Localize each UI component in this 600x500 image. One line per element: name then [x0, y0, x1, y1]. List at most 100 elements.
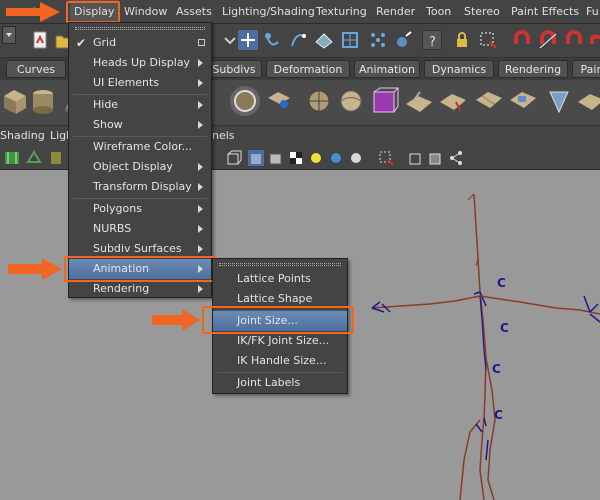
lattice-cube-icon[interactable] — [370, 86, 400, 116]
wire-deformer-icon[interactable] — [544, 86, 574, 116]
panel-menu-panels[interactable]: nels — [212, 126, 235, 146]
menu-item-ui-elements[interactable]: UI Elements — [69, 73, 211, 93]
sculpt-plane-icon[interactable] — [404, 86, 434, 116]
checker-icon[interactable] — [288, 150, 304, 166]
submenu-arrow-icon — [198, 245, 203, 253]
magnet-grid-icon[interactable] — [538, 30, 558, 50]
menu-item-lattice-points[interactable]: Lattice Points — [213, 269, 347, 289]
snap-view-plane-icon[interactable] — [314, 30, 334, 50]
menu-fluid[interactable]: Fu — [586, 0, 599, 24]
submenu-arrow-icon — [198, 79, 203, 87]
film-icon[interactable] — [4, 150, 20, 166]
poly-cube-icon[interactable] — [0, 86, 30, 116]
submenu-arrow-icon — [198, 205, 203, 213]
magnet-icon[interactable] — [394, 30, 414, 50]
menu-item-grid[interactable]: ✔ Grid — [69, 33, 211, 53]
menu-item-heads-up-display[interactable]: Heads Up Display — [69, 53, 211, 73]
menu-item-polygons[interactable]: Polygons — [69, 199, 211, 219]
tab-dynamics[interactable]: Dynamics — [424, 60, 494, 78]
menu-texturing[interactable]: Texturing — [316, 0, 367, 24]
joint-label-chest: C — [497, 276, 506, 290]
submenu-arrow-icon — [198, 285, 203, 293]
joint-xray-icon[interactable] — [428, 150, 444, 166]
magnet-point-icon[interactable] — [588, 30, 600, 50]
snap-grid-icon[interactable] — [368, 30, 388, 50]
submenu-arrow-icon — [198, 121, 203, 129]
xray-icon[interactable] — [348, 150, 364, 166]
menu-item-object-display[interactable]: Object Display — [69, 157, 211, 177]
menu-paint-effects[interactable]: Paint Effects — [511, 0, 579, 24]
menu-item-wireframe-color[interactable]: Wireframe Color... — [69, 137, 211, 157]
magnet-red-icon[interactable] — [512, 30, 532, 50]
tab-deformation[interactable]: Deformation — [266, 60, 350, 78]
magnet-curve-icon[interactable] — [564, 30, 584, 50]
panel-menu-shading[interactable]: Shading — [0, 126, 45, 146]
menu-assets[interactable]: Assets — [176, 0, 212, 24]
menu-render[interactable]: Render — [376, 0, 415, 24]
snap-point-icon[interactable] — [288, 30, 308, 50]
menu-item-show[interactable]: Show — [69, 115, 211, 135]
poly-cylinder-icon[interactable] — [28, 86, 58, 116]
mode-dropdown[interactable] — [2, 26, 16, 44]
svg-text:?: ? — [429, 35, 436, 50]
xray-cube-icon[interactable] — [408, 150, 424, 166]
bookmark-icon[interactable] — [48, 150, 64, 166]
option-box-icon[interactable] — [198, 39, 205, 46]
menu-toon[interactable]: Toon — [426, 0, 451, 24]
wireframe-cube-icon[interactable] — [226, 150, 242, 166]
menu-stereo[interactable]: Stereo — [464, 0, 500, 24]
select-by-component-icon[interactable] — [478, 30, 498, 50]
menu-item-ik-handle-size[interactable]: IK Handle Size... — [213, 351, 347, 371]
nonlinear-deformer-icon[interactable] — [264, 86, 294, 116]
joint-size-callout-box — [202, 306, 354, 334]
lattice-sphere-icon[interactable] — [304, 86, 334, 116]
snap-curve-icon[interactable] — [262, 30, 282, 50]
tear-off-handle[interactable] — [75, 27, 205, 30]
tab-curves[interactable]: Curves — [6, 60, 66, 78]
soft-mod-plane-icon[interactable] — [474, 86, 504, 116]
lights-icon[interactable] — [308, 150, 324, 166]
joint-label-knee: C — [494, 408, 503, 422]
isolate-select-icon[interactable] — [378, 150, 394, 166]
submenu-arrow-icon — [198, 163, 203, 171]
menu-item-nurbs[interactable]: NURBS — [69, 219, 211, 239]
menu-item-rendering[interactable]: Rendering — [69, 279, 211, 299]
tab-animation[interactable]: Animation — [354, 60, 420, 78]
lock-icon[interactable] — [452, 30, 472, 50]
arrow-right-icon — [6, 2, 60, 22]
sculpt-object-icon[interactable] — [576, 86, 600, 116]
submenu-arrow-icon — [198, 101, 203, 109]
soft-select-icon[interactable] — [230, 86, 260, 116]
menu-lighting-shading[interactable]: Lighting/Shading — [222, 0, 315, 24]
joint-label-hip: C — [492, 362, 501, 376]
menu-item-joint-labels[interactable]: Joint Labels — [213, 373, 347, 393]
new-scene-icon[interactable] — [30, 30, 50, 50]
make-live-icon[interactable] — [340, 30, 360, 50]
checkmark-icon: ✔ — [76, 36, 87, 50]
tab-rendering[interactable]: Rendering — [498, 60, 568, 78]
submenu-arrow-icon — [198, 183, 203, 191]
display-menu-callout-box — [66, 1, 120, 23]
menu-item-ik-fk-joint-size[interactable]: IK/FK Joint Size... — [213, 331, 347, 351]
joint-label-spine: C — [500, 321, 509, 335]
chevron-down-icon[interactable] — [220, 30, 240, 50]
shadows-icon[interactable] — [328, 150, 344, 166]
menu-item-hide[interactable]: Hide — [69, 95, 211, 115]
tab-subdivs[interactable]: Subdivs — [206, 60, 262, 78]
wrap-sphere-icon[interactable] — [336, 86, 366, 116]
help-icon[interactable]: ? — [422, 30, 442, 50]
submenu-arrow-icon — [198, 225, 203, 233]
smooth-shade-icon[interactable] — [248, 150, 264, 166]
blend-shape-icon[interactable] — [508, 86, 538, 116]
textured-cube-icon[interactable] — [268, 150, 284, 166]
share-icon[interactable] — [448, 150, 464, 166]
menu-item-transform-display[interactable]: Transform Display — [69, 177, 211, 197]
cluster-plane-icon[interactable] — [438, 86, 468, 116]
tear-off-handle[interactable] — [219, 263, 341, 266]
menu-window[interactable]: Window — [124, 0, 167, 24]
submenu-arrow-icon — [198, 59, 203, 67]
move-tool-icon[interactable] — [238, 30, 258, 50]
tab-paint[interactable]: Pain — [572, 60, 600, 78]
camera-attributes-icon[interactable] — [26, 150, 42, 166]
arrow-right-icon — [8, 258, 62, 280]
